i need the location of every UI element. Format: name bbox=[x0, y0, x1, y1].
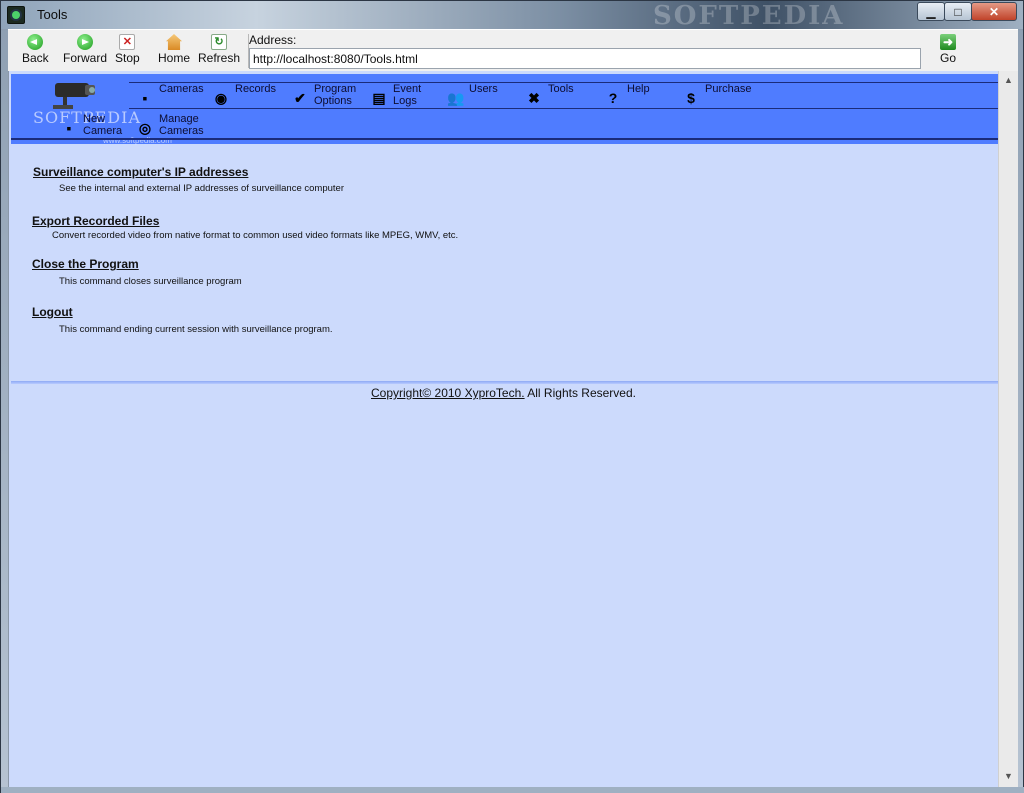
home-button[interactable]: Home bbox=[158, 34, 190, 65]
check-icon: ✔ bbox=[294, 90, 306, 106]
stop-button[interactable]: ✕ Stop bbox=[115, 34, 140, 65]
subnav-divider bbox=[11, 138, 999, 140]
watermark: SOFTPEDIA bbox=[653, 1, 845, 31]
nav-divider-middle bbox=[129, 108, 999, 109]
back-arrow-icon bbox=[27, 34, 44, 50]
forward-label: Forward bbox=[63, 51, 108, 65]
desc-close-program: This command closes surveillance program bbox=[59, 276, 242, 287]
document-icon: ▤ bbox=[372, 90, 386, 106]
home-label: Home bbox=[158, 51, 191, 65]
close-button[interactable]: ✕ bbox=[971, 2, 1017, 21]
nav-item-purchase[interactable]: $ Purchase bbox=[683, 83, 751, 106]
link-export-recorded-files[interactable]: Export Recorded Files bbox=[32, 214, 159, 228]
link-close-program[interactable]: Close the Program bbox=[32, 257, 139, 271]
nav-item-help[interactable]: ? Help bbox=[605, 83, 650, 106]
link-logout[interactable]: Logout bbox=[32, 305, 73, 319]
forward-arrow-icon bbox=[77, 34, 93, 50]
nav-label-purchase: Purchase bbox=[705, 83, 752, 95]
window-controls: ▁ □ ✕ bbox=[917, 2, 1017, 21]
nav-item-event-logs[interactable]: ▤ Event Logs bbox=[371, 83, 427, 107]
stop-icon: ✕ bbox=[119, 34, 136, 50]
vertical-scrollbar[interactable]: ▲ ▼ bbox=[998, 71, 1018, 787]
nav-label-cameras: Cameras bbox=[159, 83, 204, 95]
maximize-button[interactable]: □ bbox=[944, 2, 972, 21]
back-label: Back bbox=[22, 51, 49, 65]
desc-export-recorded-files: Convert recorded video from native forma… bbox=[52, 230, 459, 241]
page-content: SOFTPEDIA www.softpedia.com ▪ Cameras ◉ … bbox=[8, 71, 999, 787]
help-icon: ? bbox=[608, 90, 618, 106]
scroll-up-arrow-icon[interactable]: ▲ bbox=[1004, 75, 1013, 85]
desc-logout: This command ending current session with… bbox=[59, 324, 333, 335]
new-camera-icon: ▪ bbox=[66, 120, 72, 136]
subnav-item-manage-cameras[interactable]: ◎ Manage Cameras bbox=[137, 113, 205, 137]
tools-icon: ✖ bbox=[528, 90, 540, 106]
nav-label-tools: Tools bbox=[548, 83, 574, 95]
nav-label-event-logs: Event Logs bbox=[393, 83, 422, 107]
scroll-down-arrow-icon[interactable]: ▼ bbox=[1004, 771, 1013, 781]
disc-icon: ◉ bbox=[214, 90, 228, 106]
nav-label-records: Records bbox=[235, 83, 276, 95]
browser-window: Tools SOFTPEDIA ▁ □ ✕ Back Forward ✕ Sto… bbox=[0, 0, 1024, 793]
address-label: Address: bbox=[249, 33, 297, 47]
home-icon bbox=[166, 34, 182, 50]
nav-item-tools[interactable]: ✖ Tools bbox=[526, 83, 574, 106]
nav-item-cameras[interactable]: ▪ Cameras bbox=[137, 83, 204, 106]
go-arrow-icon: ➜ bbox=[940, 34, 956, 50]
nav-item-records[interactable]: ◉ Records bbox=[213, 83, 276, 106]
desc-ip-addresses: See the internal and external IP address… bbox=[59, 183, 344, 194]
window-bottom-border bbox=[1, 787, 1024, 793]
refresh-button[interactable]: ↻ Refresh bbox=[198, 34, 240, 65]
stop-label: Stop bbox=[115, 51, 140, 65]
dollar-icon: $ bbox=[687, 90, 695, 106]
minimize-button[interactable]: ▁ bbox=[917, 2, 945, 21]
users-icon: 👥 bbox=[447, 90, 465, 106]
nav-item-users[interactable]: 👥 Users bbox=[447, 83, 498, 106]
refresh-icon: ↻ bbox=[211, 34, 228, 50]
window-title: Tools bbox=[37, 7, 68, 22]
copyright-notice: Copyright© 2010 XyproTech. All Rights Re… bbox=[371, 386, 636, 400]
link-ip-addresses[interactable]: Surveillance computer's IP addresses bbox=[33, 165, 248, 179]
forward-button[interactable]: Forward bbox=[63, 34, 107, 65]
footer-divider bbox=[11, 381, 999, 384]
copyright-suffix: All Rights Reserved. bbox=[524, 386, 636, 400]
address-input[interactable] bbox=[249, 48, 921, 69]
subnav-label-new-camera: New Camera bbox=[83, 113, 123, 137]
back-button[interactable]: Back bbox=[22, 34, 49, 65]
camera-icon: ▪ bbox=[142, 90, 148, 106]
nav-label-help: Help bbox=[627, 83, 650, 95]
go-button[interactable]: ➜ Go bbox=[940, 34, 956, 65]
copyright-link[interactable]: Copyright© 2010 XyproTech. bbox=[371, 386, 525, 400]
nav-label-program-options: Program Options bbox=[314, 83, 357, 107]
nav-label-users: Users bbox=[469, 83, 498, 95]
app-icon bbox=[7, 6, 25, 24]
refresh-label: Refresh bbox=[198, 51, 241, 65]
subnav-label-manage-cameras: Manage Cameras bbox=[159, 113, 204, 137]
title-bar: Tools SOFTPEDIA ▁ □ ✕ bbox=[1, 1, 1023, 31]
nav-item-program-options[interactable]: ✔ Program Options bbox=[292, 83, 358, 107]
go-label: Go bbox=[940, 51, 957, 65]
manage-cameras-icon: ◎ bbox=[138, 120, 152, 136]
browser-toolbar: Back Forward ✕ Stop Home ↻ Refresh Addre… bbox=[8, 29, 1018, 71]
subnav-item-new-camera[interactable]: ▪ New Camera bbox=[61, 113, 123, 137]
app-navbar: SOFTPEDIA www.softpedia.com ▪ Cameras ◉ … bbox=[11, 74, 999, 145]
